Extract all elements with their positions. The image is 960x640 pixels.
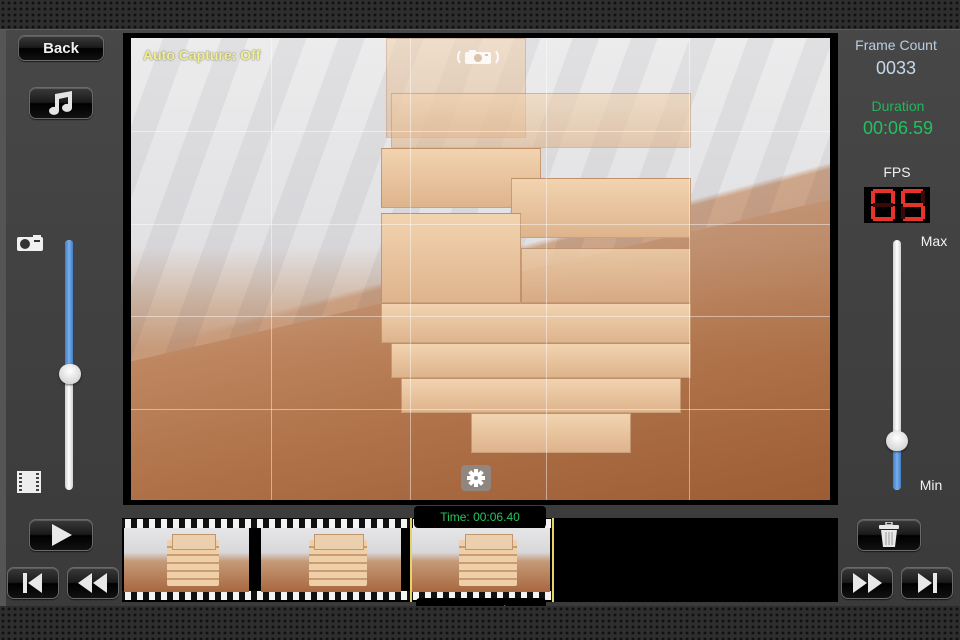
grid-line [410,38,411,500]
camera-icon [16,234,44,252]
play-icon [49,523,73,547]
block [471,413,631,453]
frame-count-label: Frame Count [855,37,937,53]
first-frame-button[interactable] [7,567,59,599]
led-segment [871,206,875,219]
frame-thumbnail[interactable] [261,528,401,592]
settings-button[interactable] [461,465,491,491]
block [391,343,691,378]
led-segment [903,203,923,207]
grid-line [271,38,272,500]
camera-viewport[interactable]: Auto Capture: Off [123,33,838,505]
led-segment [891,191,895,204]
delete-frame-button[interactable] [857,519,921,551]
fps-slider-thumb[interactable] [886,431,908,451]
selected-frame-indicator [410,518,554,602]
thumbnail-subject [166,534,219,586]
preview-subject [381,38,701,468]
camera-preview: Auto Capture: Off [131,38,830,500]
panel-edge [0,30,6,606]
filmstrip[interactable] [122,518,838,602]
grid-line [689,38,690,500]
grid-line [131,224,830,225]
frame-count-value: 0033 [875,58,917,78]
back-button-label: Back [43,39,79,57]
led-segment [903,189,923,193]
led-segment [873,203,893,207]
trash-icon [878,522,900,548]
rewind-button[interactable] [67,567,119,599]
thumbnail-subject [308,534,368,586]
bottom-texture-bar [0,606,960,640]
fps-led-digits [871,189,925,221]
gear-icon [466,468,486,488]
fps-label: FPS [883,164,911,180]
rewind-icon [76,572,110,594]
fps-display [864,187,930,223]
led-segment [873,217,893,221]
fast-forward-icon [850,572,884,594]
frame-time-tooltip: Time: 00:06.40 [414,506,546,528]
block [391,93,691,148]
skip-to-end-icon [914,572,940,594]
led-segment [901,206,905,219]
music-note-icon [46,90,76,116]
duration-label: Duration [871,98,925,114]
grid-line [546,38,547,500]
block [401,378,681,413]
capture-mode-slider-fill [65,240,73,373]
last-frame-button[interactable] [901,567,953,599]
block [381,213,521,303]
top-texture-bar [0,0,960,29]
led-segment [873,189,893,193]
play-button[interactable] [29,519,93,551]
fast-forward-button[interactable] [841,567,893,599]
led-segment [901,191,905,204]
capture-mode-slider-thumb[interactable] [59,364,81,384]
block [381,303,691,343]
skip-to-start-icon [20,572,46,594]
led-segment [921,191,925,204]
led-segment [903,217,923,221]
grid-line [131,409,830,410]
led-segment [871,191,875,204]
music-button[interactable] [29,87,93,119]
film-icon [16,470,42,494]
auto-capture-status[interactable]: Auto Capture: Off [143,47,260,63]
fps-max-label: Max [920,233,948,249]
duration-value: 00:06.59 [862,118,934,138]
back-button[interactable]: Back [18,35,104,61]
grid-line [131,316,830,317]
camera-switch-icon[interactable] [455,49,501,65]
frame-thumbnail[interactable] [124,528,249,592]
grid-line [131,131,830,132]
block [511,178,691,238]
fps-min-label: Min [919,477,943,493]
